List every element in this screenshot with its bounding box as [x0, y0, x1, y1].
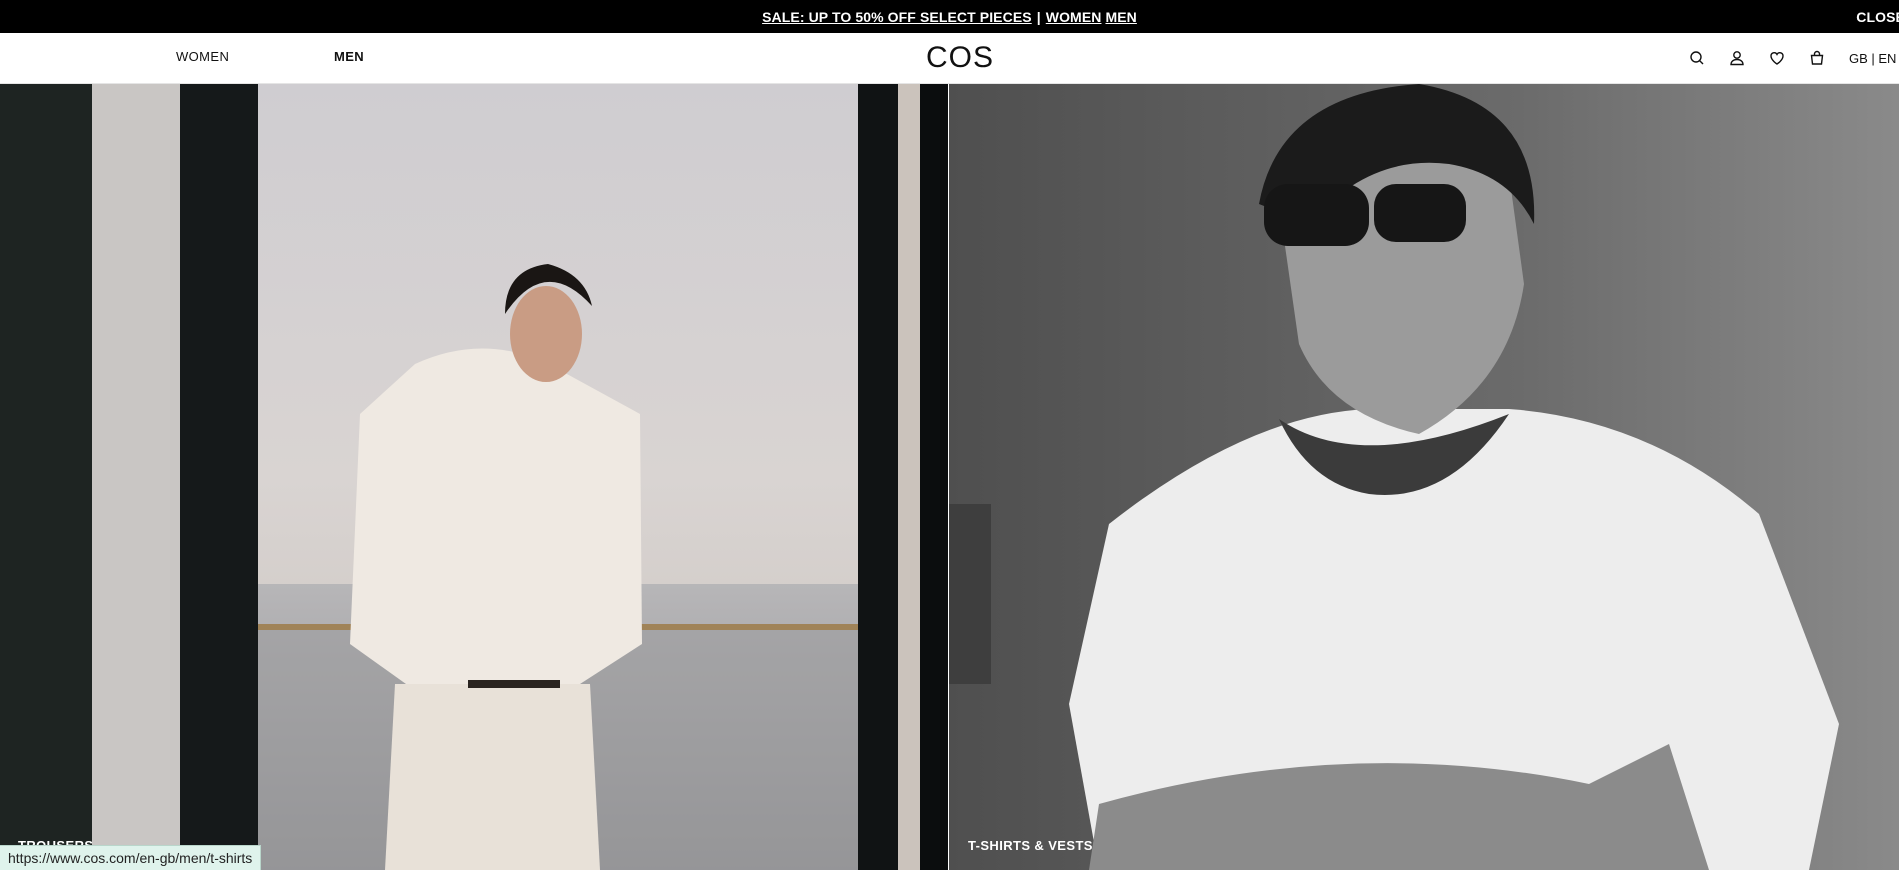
bag-icon[interactable] — [1808, 49, 1826, 67]
nav-women[interactable]: WOMEN — [176, 49, 229, 64]
promo-men-link[interactable]: MEN — [1105, 9, 1136, 25]
promo-close-button[interactable]: CLOSE — [1856, 9, 1899, 25]
promo-separator: | — [1036, 8, 1041, 25]
hero-tshirts-caption[interactable]: T-SHIRTS & VESTS — [968, 838, 1093, 853]
site-header: WOMEN MEN COS GB | EN — [0, 33, 1899, 84]
search-icon[interactable] — [1688, 49, 1706, 67]
locale-selector[interactable]: GB | EN — [1849, 51, 1896, 66]
account-icon[interactable] — [1728, 49, 1746, 67]
hero-tshirts-tile[interactable]: T-SHIRTS & VESTS — [949, 84, 1899, 870]
promo-women-link[interactable]: WOMEN — [1046, 9, 1102, 25]
hero-trousers-tile[interactable]: TROUSERS — [0, 84, 948, 870]
promo-bar: SALE: UP TO 50% OFF SELECT PIECES | WOME… — [0, 0, 1899, 33]
nav-men[interactable]: MEN — [334, 49, 364, 64]
sale-link[interactable]: SALE: UP TO 50% OFF SELECT PIECES — [762, 9, 1032, 25]
hero-trousers-image — [0, 84, 948, 870]
site-logo[interactable]: COS — [926, 41, 994, 75]
heart-icon[interactable] — [1768, 49, 1786, 67]
status-bar-url: https://www.cos.com/en-gb/men/t-shirts — [0, 845, 262, 870]
hero-tshirts-image — [949, 84, 1899, 870]
